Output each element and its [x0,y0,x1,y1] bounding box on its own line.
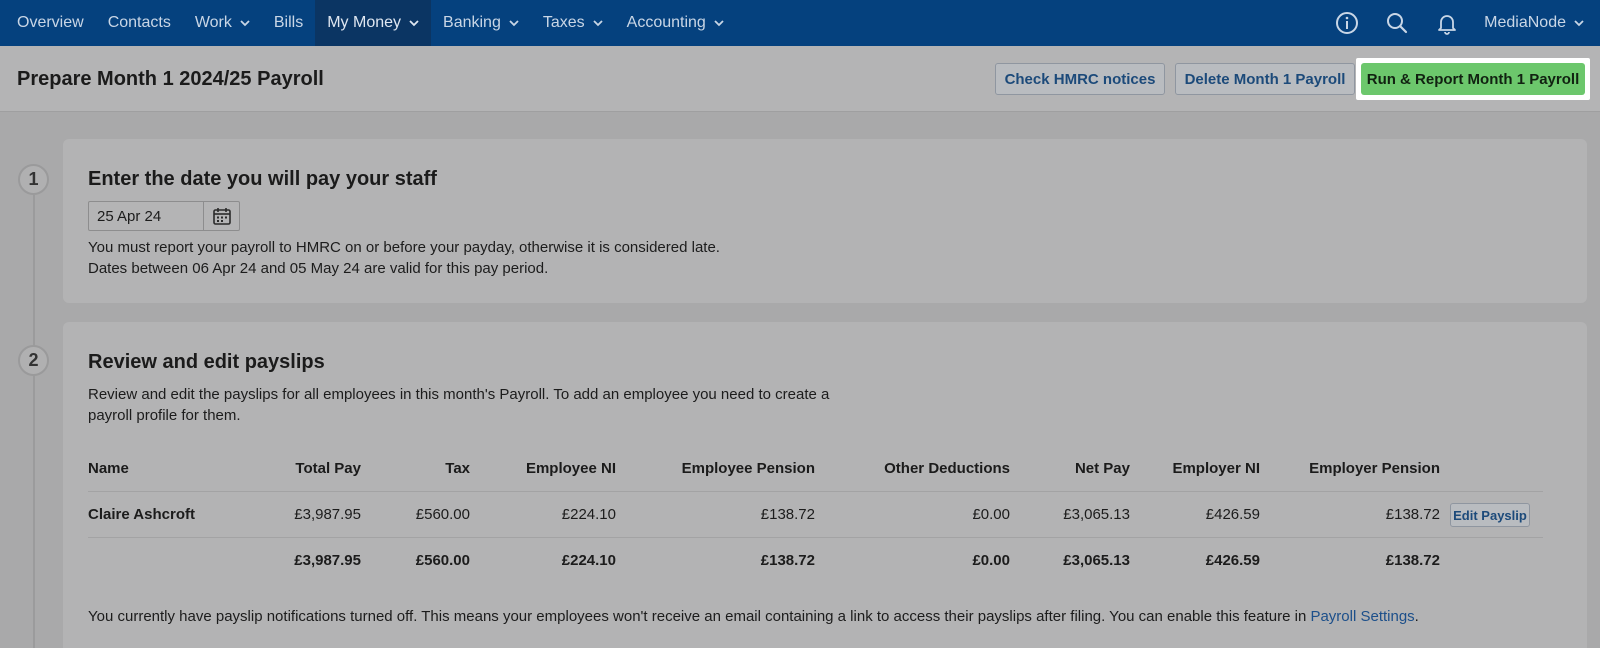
nav-item-label: Contacts [107,14,171,31]
nav-item-taxes[interactable]: Taxes [531,0,615,46]
chevron-down-icon [714,20,724,27]
user-name: MediaNode [1484,14,1566,31]
calendar-icon[interactable] [203,202,239,230]
nav-item-label: Accounting [626,14,706,31]
cell-total-pay: £3,987.95 [294,506,361,523]
total-net-pay: £3,065.13 [1063,552,1130,569]
notice-end: . [1414,608,1419,625]
total-employer-pension: £138.72 [1385,552,1440,569]
chevron-down-icon [509,20,519,27]
column-header-employee-ni: Employee NI [525,460,616,477]
column-header-other-deductions: Other Deductions [884,460,1010,477]
cell-tax: £560.00 [415,506,470,523]
nav-item-accounting[interactable]: Accounting [615,0,736,46]
run-button-highlight: Run & Report Month 1 Payroll [1356,58,1590,100]
nav-item-my-money[interactable]: My Money [315,0,432,46]
total-employee-ni: £224.10 [561,552,616,569]
user-menu[interactable]: MediaNode [1484,14,1584,32]
edit-payslip-button[interactable]: Edit Payslip [1450,503,1530,527]
notice-text: You currently have payslip notifications… [88,608,1311,625]
column-header-employee-pension: Employee Pension [681,460,815,477]
page-title: Prepare Month 1 2024/25 Payroll [17,68,324,90]
step1-late-note: You must report your payroll to HMRC on … [88,239,720,256]
chevron-down-icon [593,20,603,27]
payslips-table: Name Total Pay Tax Employee NI Employee … [88,446,1543,584]
column-header-employer-pension: Employer Pension [1309,460,1440,477]
delete-payroll-button[interactable]: Delete Month 1 Payroll [1175,63,1355,95]
cell-employee-pension: £138.72 [760,506,815,523]
chevron-down-icon [1574,20,1584,27]
check-hmrc-notices-button[interactable]: Check HMRC notices [995,63,1165,95]
pay-date-input[interactable]: 25 Apr 24 [88,201,240,231]
step-timeline [33,195,35,648]
cell-other-deductions: £0.00 [972,506,1010,523]
total-employee-pension: £138.72 [760,552,815,569]
step2-description-line2: payroll profile for them. [88,407,241,424]
nav-item-label: My Money [327,14,402,31]
employee-name: Claire Ashcroft [88,506,195,523]
cell-net-pay: £3,065.13 [1063,506,1130,523]
nav-item-label: Bills [273,14,304,31]
search-icon[interactable] [1384,10,1410,36]
step1-valid-dates-note: Dates between 06 Apr 24 and 05 May 24 ar… [88,260,549,277]
nav-item-label: Work [194,14,232,31]
nav-item-work[interactable]: Work [183,0,262,46]
total-tax: £560.00 [415,552,470,569]
chevron-down-icon [409,20,419,27]
nav-item-contacts[interactable]: Contacts [96,0,183,46]
top-nav: Overview Contacts Work Bills My Money Ba… [0,0,1600,46]
column-header-name: Name [88,460,129,477]
run-report-payroll-button[interactable]: Run & Report Month 1 Payroll [1361,63,1585,95]
step1-title: Enter the date you will pay your staff [88,168,437,190]
step2-title: Review and edit payslips [88,351,325,373]
nav-item-label: Banking [443,14,501,31]
nav-item-label: Overview [17,14,84,31]
payslip-notification-notice: You currently have payslip notifications… [88,608,1419,625]
table-header-row: Name Total Pay Tax Employee NI Employee … [88,446,1543,492]
column-header-tax: Tax [445,460,470,477]
info-icon[interactable] [1334,10,1360,36]
step2-card: Review and edit payslips Review and edit… [63,322,1587,648]
column-header-net-pay: Net Pay [1074,460,1130,477]
nav-item-overview[interactable]: Overview [0,0,96,46]
table-totals-row: £3,987.95 £560.00 £224.10 £138.72 £0.00 … [88,538,1543,584]
step1-card: Enter the date you will pay your staff 2… [63,139,1587,303]
bell-icon[interactable] [1434,10,1460,36]
step-number-2: 2 [18,345,49,376]
nav-item-label: Taxes [542,14,585,31]
total-employer-ni: £426.59 [1205,552,1260,569]
step-number-1: 1 [18,164,49,195]
total-other-deductions: £0.00 [972,552,1010,569]
cell-employee-ni: £224.10 [561,506,616,523]
cell-employer-pension: £138.72 [1385,506,1440,523]
nav-right: MediaNode [1334,0,1600,46]
table-row: Claire Ashcroft £3,987.95 £560.00 £224.1… [88,492,1543,538]
column-header-employer-ni: Employer NI [1172,460,1260,477]
pay-date-value: 25 Apr 24 [97,208,162,225]
total-total-pay: £3,987.95 [294,552,361,569]
chevron-down-icon [240,20,250,27]
step2-description-line1: Review and edit the payslips for all emp… [88,386,830,403]
cell-employer-ni: £426.59 [1205,506,1260,523]
payroll-settings-link[interactable]: Payroll Settings [1310,608,1414,625]
column-header-total-pay: Total Pay [295,460,361,477]
nav-item-banking[interactable]: Banking [431,0,531,46]
nav-item-bills[interactable]: Bills [262,0,315,46]
